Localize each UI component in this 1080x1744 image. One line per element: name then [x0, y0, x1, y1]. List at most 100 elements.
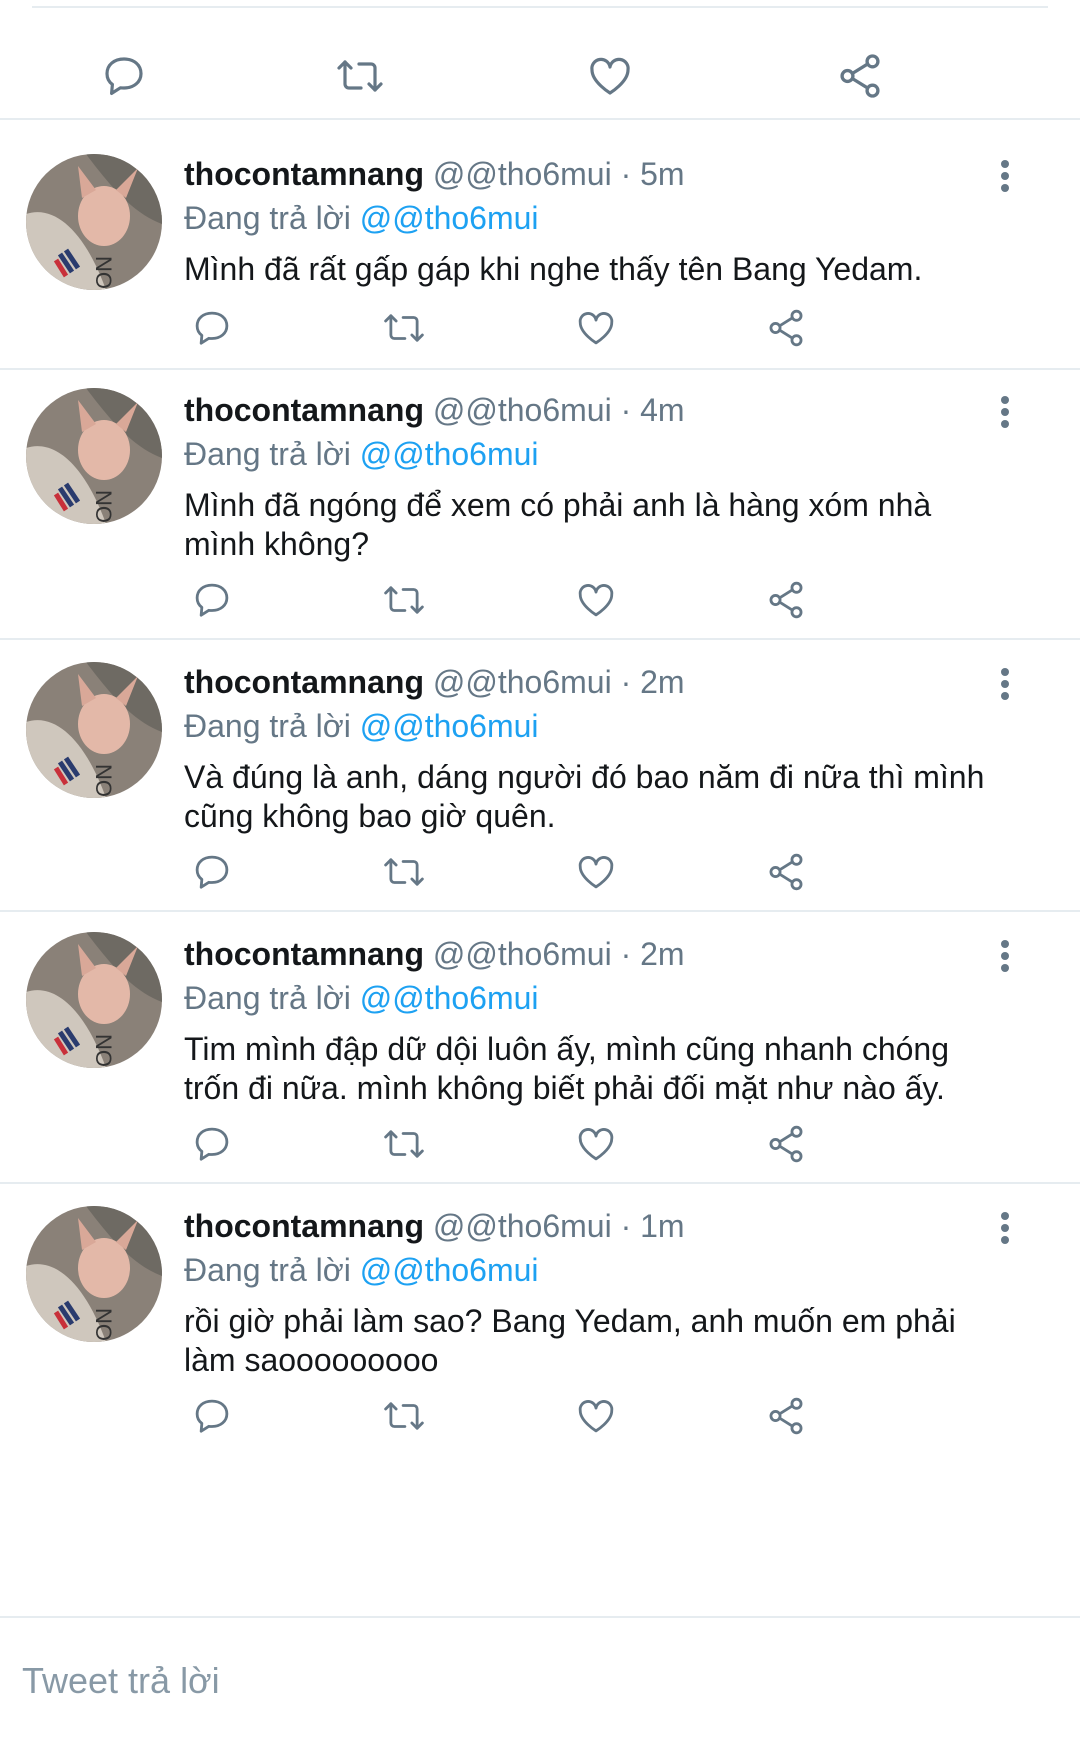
- tweet-actions: [184, 844, 904, 900]
- more-options-button[interactable]: [990, 936, 1020, 976]
- more-options-button[interactable]: [990, 664, 1020, 704]
- avatar[interactable]: NOK: [26, 1206, 162, 1342]
- reply-tweet[interactable]: NOK thocontamnang @@tho6mui · 2m Đang tr…: [0, 640, 1080, 910]
- like-button[interactable]: [568, 1388, 624, 1444]
- user-handle[interactable]: @@tho6mui: [433, 1208, 612, 1244]
- replying-to-mention[interactable]: @@tho6mui: [360, 1252, 539, 1288]
- replying-to-mention[interactable]: @@tho6mui: [360, 980, 539, 1016]
- more-vertical-icon: [1001, 1212, 1009, 1244]
- share-button[interactable]: [758, 300, 814, 356]
- tweet-text: Tim mình đập dữ dội luôn ấy, mình cũng n…: [184, 1031, 949, 1106]
- user-handle[interactable]: @@tho6mui: [433, 936, 612, 972]
- svg-text:NOK: NOK: [91, 1034, 116, 1068]
- share-button[interactable]: [758, 844, 814, 900]
- separator-dot: ·: [620, 1208, 632, 1244]
- reply-icon: [105, 57, 143, 95]
- retweet-icon: [384, 586, 424, 614]
- retweet-button[interactable]: [376, 1116, 432, 1172]
- tweet-actions: [184, 1388, 904, 1444]
- reply-input-placeholder[interactable]: Tweet trả lời: [22, 1660, 220, 1702]
- avatar[interactable]: NOK: [26, 388, 162, 524]
- replying-to-mention[interactable]: @@tho6mui: [360, 436, 539, 472]
- user-handle[interactable]: @@tho6mui: [433, 156, 612, 192]
- reply-tweet[interactable]: NOK thocontamnang @@tho6mui · 1m Đang tr…: [0, 1184, 1080, 1456]
- like-button[interactable]: [568, 844, 624, 900]
- reply-tweet[interactable]: NOK thocontamnang @@tho6mui · 5m Đang tr…: [0, 120, 1080, 368]
- like-button[interactable]: [568, 572, 624, 628]
- replying-label: Đang trả lời: [184, 436, 351, 472]
- timestamp[interactable]: 2m: [640, 664, 684, 700]
- tweet-text: Mình đã rất gấp gáp khi nghe thấy tên Ba…: [184, 251, 923, 287]
- avatar[interactable]: NOK: [26, 662, 162, 798]
- reply-button[interactable]: [184, 572, 240, 628]
- user-handle[interactable]: @@tho6mui: [433, 664, 612, 700]
- tweet-text: Mình đã ngóng để xem có phải anh là hàng…: [184, 487, 932, 562]
- replying-to-mention[interactable]: @@tho6mui: [360, 200, 539, 236]
- main-tweet-actions: [0, 20, 1080, 132]
- like-icon: [578, 1128, 614, 1161]
- reply-button[interactable]: [184, 1388, 240, 1444]
- display-name[interactable]: thocontamnang: [184, 936, 424, 972]
- share-button[interactable]: [758, 1388, 814, 1444]
- retweet-button[interactable]: [324, 40, 396, 112]
- like-button[interactable]: [574, 40, 646, 112]
- reply-button[interactable]: [88, 40, 160, 112]
- like-icon: [590, 57, 630, 95]
- more-options-button[interactable]: [990, 1208, 1020, 1248]
- share-icon: [769, 1125, 803, 1163]
- display-name[interactable]: thocontamnang: [184, 392, 424, 428]
- reply-icon: [195, 1127, 229, 1161]
- avatar[interactable]: NOK: [26, 932, 162, 1068]
- replying-label: Đang trả lời: [184, 708, 351, 744]
- user-handle[interactable]: @@tho6mui: [433, 392, 612, 428]
- like-icon: [578, 1400, 614, 1433]
- share-button[interactable]: [758, 1116, 814, 1172]
- avatar[interactable]: NOK: [26, 154, 162, 290]
- timestamp[interactable]: 1m: [640, 1208, 684, 1244]
- share-icon: [769, 853, 803, 891]
- replying-label: Đang trả lời: [184, 1252, 351, 1288]
- retweet-button[interactable]: [376, 300, 432, 356]
- reply-button[interactable]: [184, 844, 240, 900]
- reply-tweet[interactable]: NOK thocontamnang @@tho6mui · 2m Đang tr…: [0, 912, 1080, 1182]
- more-options-button[interactable]: [990, 156, 1020, 196]
- reply-button[interactable]: [184, 1116, 240, 1172]
- retweet-icon: [384, 314, 424, 342]
- reply-composer[interactable]: Tweet trả lời: [0, 1618, 1080, 1744]
- display-name[interactable]: thocontamnang: [184, 1208, 424, 1244]
- replying-label: Đang trả lời: [184, 200, 351, 236]
- more-vertical-icon: [1001, 160, 1009, 192]
- retweet-icon: [384, 858, 424, 886]
- timestamp[interactable]: 4m: [640, 392, 684, 428]
- tweet-actions: [184, 300, 904, 356]
- timestamp[interactable]: 5m: [640, 156, 684, 192]
- share-icon: [840, 54, 880, 98]
- display-name[interactable]: thocontamnang: [184, 664, 424, 700]
- like-button[interactable]: [568, 1116, 624, 1172]
- retweet-button[interactable]: [376, 844, 432, 900]
- reply-icon: [195, 311, 229, 345]
- display-name[interactable]: thocontamnang: [184, 156, 424, 192]
- reply-icon: [195, 1399, 229, 1433]
- separator-dot: ·: [620, 936, 632, 972]
- share-button[interactable]: [758, 572, 814, 628]
- reply-icon: [195, 583, 229, 617]
- more-vertical-icon: [1001, 668, 1009, 700]
- replying-to-mention[interactable]: @@tho6mui: [360, 708, 539, 744]
- retweet-icon: [384, 1402, 424, 1430]
- svg-text:NOK: NOK: [91, 764, 116, 798]
- like-icon: [578, 856, 614, 889]
- timestamp[interactable]: 2m: [640, 936, 684, 972]
- share-button[interactable]: [824, 40, 896, 112]
- retweet-button[interactable]: [376, 1388, 432, 1444]
- retweet-icon: [384, 1130, 424, 1158]
- reply-button[interactable]: [184, 300, 240, 356]
- retweet-button[interactable]: [376, 572, 432, 628]
- tweet-actions: [184, 1116, 904, 1172]
- like-button[interactable]: [568, 300, 624, 356]
- top-divider: [32, 6, 1048, 8]
- share-icon: [769, 581, 803, 619]
- more-options-button[interactable]: [990, 392, 1020, 432]
- reply-tweet[interactable]: NOK thocontamnang @@tho6mui · 4m Đang tr…: [0, 370, 1080, 638]
- replying-label: Đang trả lời: [184, 980, 351, 1016]
